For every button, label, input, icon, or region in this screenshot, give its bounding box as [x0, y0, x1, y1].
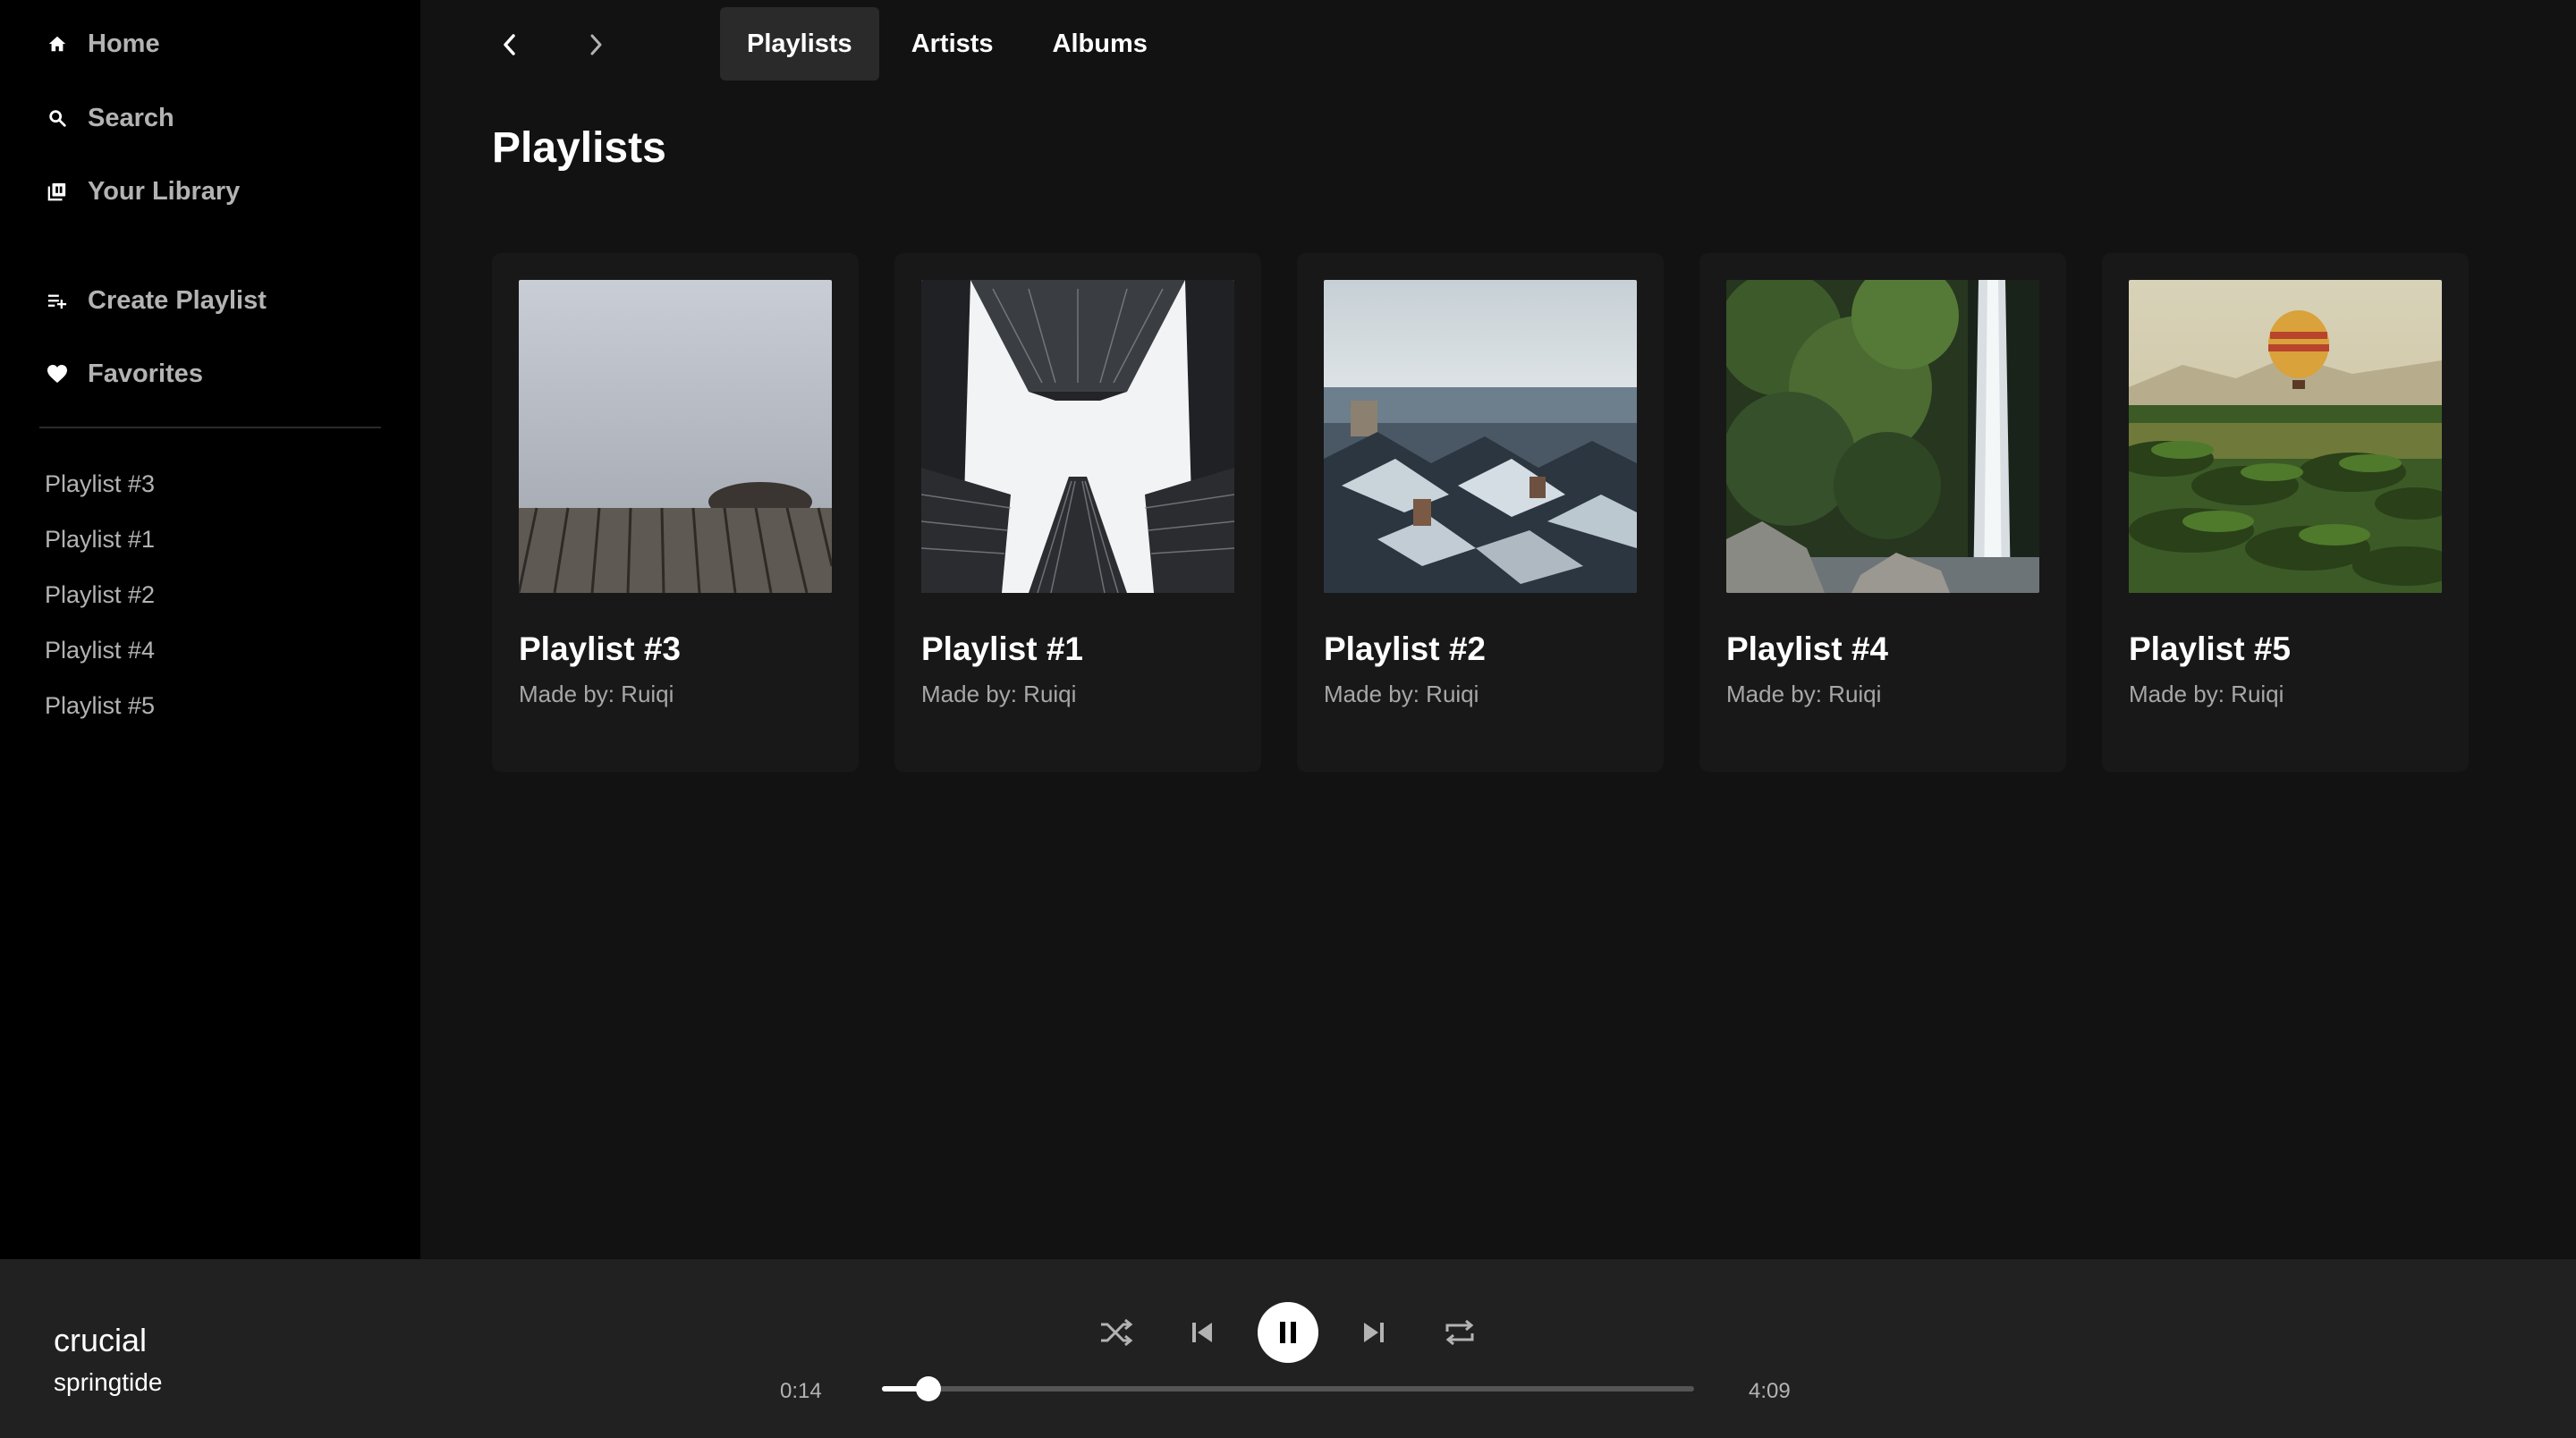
- sidebar-item-label: Create Playlist: [88, 285, 267, 315]
- sidebar-item-label: Home: [88, 29, 160, 58]
- playlist-card-title: Playlist #3: [519, 630, 682, 667]
- playlist-card[interactable]: Playlist #4 Made by: Ruiqi: [1699, 253, 2066, 772]
- playlist-card[interactable]: Playlist #5 Made by: Ruiqi: [2102, 253, 2469, 772]
- skip-next-icon: [1364, 1323, 1384, 1342]
- playlist-card-title: Playlist #2: [1324, 630, 1487, 667]
- sidebar-playlist-item[interactable]: Playlist #5: [45, 678, 155, 733]
- skip-previous-icon: [1192, 1323, 1212, 1342]
- playlist-card-title: Playlist #5: [2129, 630, 2292, 667]
- sidebar-item-search[interactable]: Search: [45, 96, 174, 140]
- playlist-card-author: Made by: Ruiqi: [2129, 681, 2284, 707]
- playlist-card-author: Made by: Ruiqi: [1726, 681, 1882, 707]
- playlist-card-author: Made by: Ruiqi: [921, 681, 1077, 707]
- playlist-card-author: Made by: Ruiqi: [1324, 681, 1479, 707]
- tab-bar: Playlists Artists Albums: [720, 7, 1180, 80]
- playlist-cover: [1726, 280, 2039, 593]
- chevron-right-icon: [590, 34, 602, 55]
- playlist-card[interactable]: Playlist #3 Made by: Ruiqi: [492, 253, 859, 772]
- playlist-card[interactable]: Playlist #2 Made by: Ruiqi: [1297, 253, 1664, 772]
- sidebar-playlist-list: Playlist #3 Playlist #1 Playlist #2 Play…: [45, 456, 155, 733]
- sidebar-item-label: Search: [88, 103, 174, 132]
- tab-albums[interactable]: Albums: [1026, 7, 1174, 80]
- tab-artists[interactable]: Artists: [885, 7, 1021, 80]
- sidebar-item-your-library[interactable]: Your Library: [45, 169, 240, 214]
- pause-button[interactable]: [1258, 1302, 1318, 1363]
- forward-button[interactable]: [569, 18, 623, 72]
- playlist-card-title: Playlist #1: [921, 630, 1084, 667]
- current-time: 0:14: [780, 1379, 822, 1403]
- now-playing-artist[interactable]: springtide: [54, 1368, 162, 1397]
- sidebar-playlist-item[interactable]: Playlist #1: [45, 512, 155, 567]
- add-playlist-icon: [45, 288, 70, 313]
- main-content: Playlists Artists Albums Playlists Playl…: [420, 0, 2576, 1259]
- sidebar-item-label: Your Library: [88, 176, 241, 206]
- playlist-card-title: Playlist #4: [1726, 630, 1889, 667]
- shuffle-icon: [1101, 1318, 1133, 1347]
- sidebar-item-favorites[interactable]: Favorites: [45, 351, 203, 396]
- heart-icon: [45, 361, 70, 386]
- sidebar-playlist-item[interactable]: Playlist #4: [45, 622, 155, 678]
- total-time: 4:09: [1749, 1379, 1791, 1403]
- playlist-card-author: Made by: Ruiqi: [519, 681, 674, 707]
- repeat-icon: [1445, 1319, 1474, 1346]
- progress-bar[interactable]: [882, 1376, 1694, 1401]
- search-icon: [45, 106, 70, 131]
- playlist-cover: [921, 280, 1234, 593]
- playlist-card[interactable]: Playlist #1 Made by: Ruiqi: [894, 253, 1261, 772]
- back-button[interactable]: [483, 18, 537, 72]
- now-playing-title[interactable]: crucial: [54, 1322, 147, 1359]
- chevron-left-icon: [504, 34, 515, 55]
- page-title: Playlists: [492, 124, 666, 172]
- sidebar-playlist-item[interactable]: Playlist #3: [45, 456, 155, 512]
- repeat-button[interactable]: [1440, 1313, 1479, 1352]
- sidebar-item-create-playlist[interactable]: Create Playlist: [45, 278, 267, 323]
- previous-button[interactable]: [1182, 1313, 1222, 1352]
- sidebar-item-home[interactable]: Home: [45, 21, 160, 66]
- progress-handle[interactable]: [915, 1376, 941, 1401]
- next-button[interactable]: [1354, 1313, 1394, 1352]
- shuffle-button[interactable]: [1097, 1313, 1136, 1352]
- tab-playlists[interactable]: Playlists: [720, 7, 879, 80]
- pause-icon: [1280, 1322, 1296, 1343]
- playlist-cover: [519, 280, 832, 593]
- playlist-cover: [1324, 280, 1637, 593]
- library-icon: [45, 179, 70, 204]
- home-icon: [45, 31, 70, 56]
- player-bar: crucial springtide 0:14 4:09: [0, 1259, 2576, 1438]
- playlist-grid: Playlist #3 Made by: Ruiqi Playlist #1 M…: [492, 253, 2504, 772]
- sidebar-item-label: Favorites: [88, 359, 203, 388]
- sidebar-playlist-item[interactable]: Playlist #2: [45, 567, 155, 622]
- sidebar-divider: [39, 427, 381, 428]
- sidebar: Home Search Your Library Create Playlist…: [0, 0, 420, 1259]
- playlist-cover: [2129, 280, 2442, 593]
